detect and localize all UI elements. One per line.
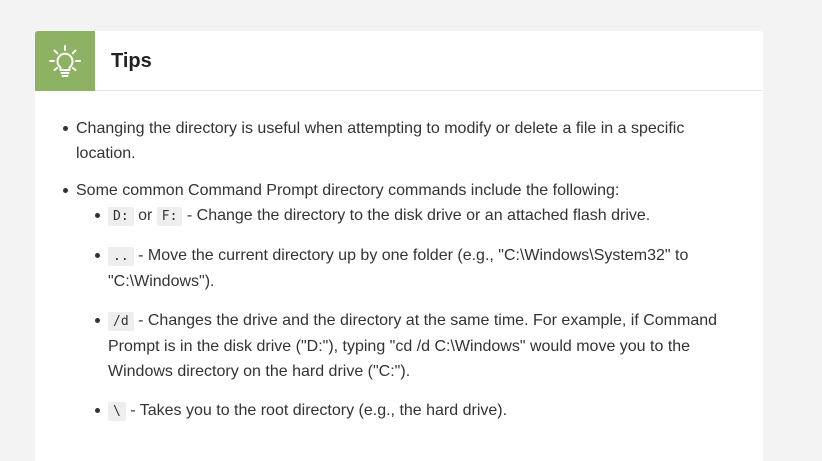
command-code: D: — [108, 207, 134, 226]
command-code: /d — [108, 312, 134, 331]
command-joiner: or — [133, 207, 157, 224]
tip-item-common-commands: Some common Command Prompt directory com… — [35, 178, 763, 424]
command-code: .. — [108, 247, 134, 266]
tips-icon-box — [35, 31, 95, 91]
tips-content: Changing the directory is useful when at… — [35, 91, 763, 424]
tips-card: Tips Changing the directory is useful wh… — [35, 31, 763, 461]
command-item-drive-letter: D: or F: - Change the directory to the d… — [76, 203, 763, 229]
tip-item-directory-useful: Changing the directory is useful when at… — [35, 116, 763, 166]
command-list: D: or F: - Change the directory to the d… — [76, 203, 763, 424]
command-description: - Takes you to the root directory (e.g.,… — [125, 402, 508, 419]
command-code: \ — [108, 402, 126, 421]
tip-text: Some common Command Prompt directory com… — [76, 182, 620, 199]
command-description: - Changes the drive and the directory at… — [108, 312, 718, 380]
tips-list: Changing the directory is useful when at… — [35, 116, 763, 424]
command-item-root-directory: \ - Takes you to the root directory (e.g… — [76, 398, 763, 424]
command-item-up-one-folder: .. - Move the current directory up by on… — [76, 243, 763, 294]
lightbulb-icon — [49, 45, 81, 77]
tips-header: Tips — [35, 31, 763, 91]
tips-title: Tips — [111, 50, 152, 72]
command-description: - Move the current directory up by one f… — [108, 247, 689, 290]
tip-text: Changing the directory is useful when at… — [76, 120, 685, 162]
command-item-change-drive: /d - Changes the drive and the directory… — [76, 308, 763, 384]
command-description: - Change the directory to the disk drive… — [182, 207, 651, 224]
command-code: F: — [156, 207, 183, 226]
